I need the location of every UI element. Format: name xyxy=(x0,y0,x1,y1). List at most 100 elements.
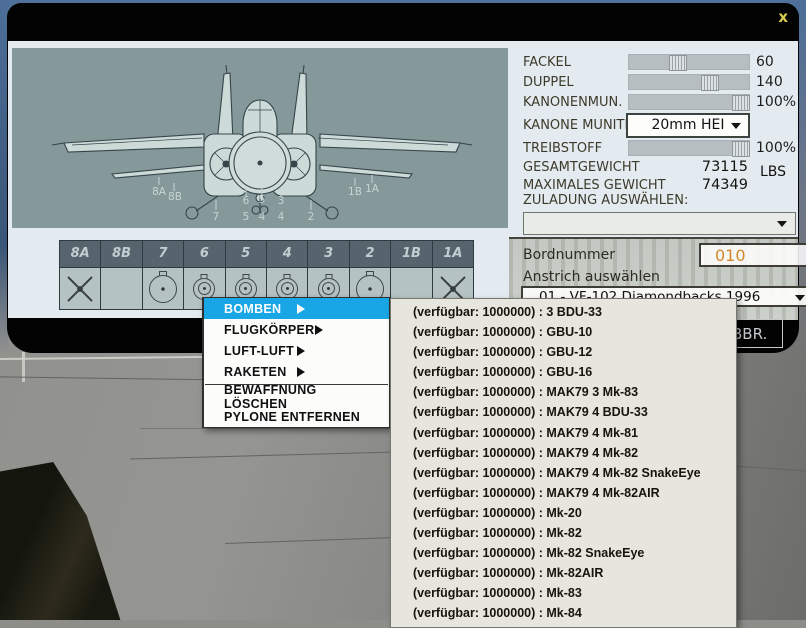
menu-item-label: FLUGKÖRPER xyxy=(224,323,315,337)
submenu-arrow-icon xyxy=(297,304,378,314)
gesamtgewicht-label: GESAMTGEWICHT xyxy=(523,160,686,175)
diagram-label-3: 3 xyxy=(278,195,285,207)
total-weight-row: GESAMTGEWICHT 73115 xyxy=(523,157,800,177)
pylon-header-8b: 8B xyxy=(101,241,142,267)
diagram-label-6: 6 xyxy=(243,195,250,207)
slider-handle[interactable] xyxy=(732,141,750,157)
menu-item-label: PYLONE ENTFERNEN xyxy=(224,410,360,424)
flare-row: FACKEL 60 xyxy=(523,52,800,72)
gun-ammo-type-select[interactable]: 20mm HEI xyxy=(626,113,750,138)
kanonenmun-label: KANONENMUN. xyxy=(523,95,628,110)
fackel-label: FACKEL xyxy=(523,55,628,70)
chevron-down-icon xyxy=(731,123,741,129)
zuladung-select[interactable] xyxy=(523,212,796,235)
max-gewicht-value: 74349 xyxy=(686,177,748,193)
pylon-cell-8b[interactable] xyxy=(101,267,142,309)
submenu-item[interactable]: (verfügbar: 1000000) : GBU-16 xyxy=(391,362,736,382)
f14-front-view: 8A 8B 7 6 5 5 4 3 4 2 1B 1A xyxy=(12,48,508,228)
pylon-table-header: 8A 8B 7 6 5 4 3 2 1B 1A xyxy=(60,241,473,267)
pylon-header-1a: 1A xyxy=(433,241,473,267)
chevron-down-icon xyxy=(777,221,787,227)
rearm-content-panel: 8A 8B 7 6 5 5 4 3 4 2 1B 1A FACKEL xyxy=(8,41,798,318)
submenu-arrow-icon xyxy=(297,346,378,356)
aircraft-nose-silhouette xyxy=(0,462,140,620)
bordnummer-input[interactable] xyxy=(699,243,806,267)
dueppel-slider[interactable] xyxy=(628,74,750,90)
pylon-header-6: 6 xyxy=(184,241,225,267)
pylon-header-7: 7 xyxy=(143,241,184,267)
submenu-item[interactable]: (verfügbar: 1000000) : GBU-10 xyxy=(391,322,736,342)
max-gewicht-label: MAXIMALES GEWICHT xyxy=(523,178,686,193)
submenu-arrow-icon xyxy=(297,367,378,377)
chevron-down-icon xyxy=(795,295,805,301)
pylon-header-8a: 8A xyxy=(60,241,101,267)
fackel-slider[interactable] xyxy=(628,54,750,70)
diagram-label-8a: 8A xyxy=(152,186,167,198)
diagram-label-1a: 1A xyxy=(365,183,380,195)
menu-item-label: LUFT-LUFT xyxy=(224,344,297,358)
fackel-value: 60 xyxy=(750,54,800,70)
kanonenmun-value: 100% xyxy=(750,94,800,110)
tarmac-crack xyxy=(140,428,395,429)
submenu-item[interactable]: (verfügbar: 1000000) : Mk-84 xyxy=(391,603,736,623)
gun-ammo-type-value: 20mm HEI xyxy=(651,117,724,133)
diagram-label-7: 7 xyxy=(213,211,220,223)
close-icon[interactable]: x xyxy=(778,9,788,25)
pylon-header-1b: 1B xyxy=(391,241,432,267)
slider-handle[interactable] xyxy=(701,75,719,91)
slider-handle[interactable] xyxy=(669,55,687,71)
menu-action-bewaffnung-loeschen[interactable]: BEWAFFNUNG LÖSCHEN xyxy=(204,387,389,407)
pylon-cell-7[interactable] xyxy=(143,267,184,309)
submenu-item[interactable]: (verfügbar: 1000000) : Mk-82 SnakeEye xyxy=(391,543,736,563)
titlebar: x xyxy=(7,3,799,41)
treibstoff-slider[interactable] xyxy=(628,140,750,156)
submenu-item[interactable]: (verfügbar: 1000000) : MAK79 3 Mk-83 xyxy=(391,382,736,402)
pylon-cell-8a[interactable] xyxy=(60,267,101,309)
menu-item-label: BEWAFFNUNG LÖSCHEN xyxy=(224,383,377,411)
kanonenmun-slider[interactable] xyxy=(628,94,750,110)
submenu-item[interactable]: (verfügbar: 1000000) : MAK79 4 Mk-82AIR xyxy=(391,483,736,503)
bomben-submenu: (verfügbar: 1000000) : 3 BDU-33 (verfügb… xyxy=(390,298,737,628)
menu-item-flugkoerper[interactable]: FLUGKÖRPER xyxy=(204,319,389,340)
gun-ammo-row: KANONENMUN. 100% xyxy=(523,92,800,112)
submenu-item[interactable]: (verfügbar: 1000000) : 3 BDU-33 xyxy=(391,302,736,322)
max-weight-row: MAXIMALES GEWICHT 74349 xyxy=(523,175,800,195)
fuel-row: TREIBSTOFF 100% xyxy=(523,138,800,158)
zuladung-label: ZULADUNG AUSWÄHLEN: xyxy=(523,193,688,208)
slider-handle[interactable] xyxy=(732,95,750,111)
menu-item-label: RAKETEN xyxy=(224,365,297,379)
submenu-item[interactable]: (verfügbar: 1000000) : Mk-83 xyxy=(391,583,736,603)
submenu-item[interactable]: (verfügbar: 1000000) : Mk-82AIR xyxy=(391,563,736,583)
pylon-store-icon xyxy=(65,274,95,304)
pylon-store-icon xyxy=(149,275,177,303)
weight-unit-label: LBS xyxy=(760,164,786,180)
submenu-item[interactable]: (verfügbar: 1000000) : MAK79 4 BDU-33 xyxy=(391,402,736,422)
diagram-label-4: 4 xyxy=(278,211,285,223)
diagram-label-2: 2 xyxy=(308,211,315,223)
menu-item-bomben[interactable]: BOMBEN xyxy=(204,298,389,319)
diagram-label-5: 5 xyxy=(259,194,266,206)
menu-item-raketen[interactable]: RAKETEN xyxy=(204,361,389,382)
menu-item-luft-luft[interactable]: LUFT-LUFT xyxy=(204,340,389,361)
submenu-item[interactable]: (verfügbar: 1000000) : MAK79 4 Mk-82 Sna… xyxy=(391,463,736,483)
aircraft-diagram: 8A 8B 7 6 5 5 4 3 4 2 1B 1A xyxy=(12,48,508,228)
anstrich-label: Anstrich auswählen xyxy=(523,269,660,285)
diagram-label-8b: 8B xyxy=(168,191,182,203)
tarmac-crack xyxy=(130,452,395,460)
pylon-context-menu: BOMBEN FLUGKÖRPER LUFT-LUFT RAKETEN BEWA… xyxy=(202,297,390,428)
dueppel-value: 140 xyxy=(750,74,800,90)
tarmac-crack xyxy=(225,537,395,544)
pylon-header-2: 2 xyxy=(350,241,391,267)
bordnummer-label: Bordnummer xyxy=(523,247,615,263)
submenu-item[interactable]: (verfügbar: 1000000) : Mk-82 xyxy=(391,523,736,543)
submenu-item[interactable]: (verfügbar: 1000000) : MAK79 4 Mk-81 xyxy=(391,423,736,443)
submenu-arrow-icon xyxy=(315,325,378,335)
submenu-item[interactable]: (verfügbar: 1000000) : GBU-12 xyxy=(391,342,736,362)
diagram-label-4b: 4 xyxy=(259,211,266,223)
chaff-row: DÜPPEL 140 xyxy=(523,72,800,92)
treibstoff-label: TREIBSTOFF xyxy=(523,141,628,156)
dueppel-label: DÜPPEL xyxy=(523,75,628,90)
submenu-item[interactable]: (verfügbar: 1000000) : Mk-20 xyxy=(391,503,736,523)
menu-item-label: BOMBEN xyxy=(224,302,297,316)
submenu-item[interactable]: (verfügbar: 1000000) : MAK79 4 Mk-82 xyxy=(391,443,736,463)
